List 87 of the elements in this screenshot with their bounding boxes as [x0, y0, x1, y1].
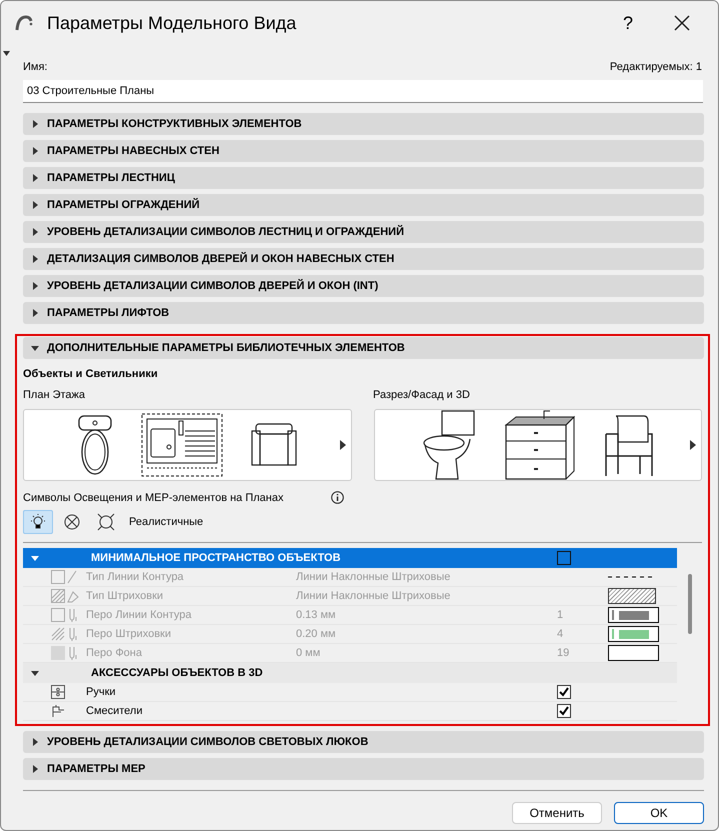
group-header-row[interactable]: АКСЕССУАРЫ ОБЪЕКТОВ В 3D: [23, 663, 677, 683]
checkbox[interactable]: [557, 704, 571, 718]
armchair-plan-drawing: [251, 423, 298, 467]
group-header-row[interactable]: МИНИМАЛЬНОЕ ПРОСТРАНСТВО ОБЪЕКТОВ: [23, 548, 677, 568]
section-header[interactable]: ПАРАМЕТРЫ НАВЕСНЫХ СТЕН: [23, 140, 704, 162]
section-header[interactable]: ПАРАМЕТРЫ ЛИФТОВ: [23, 302, 704, 324]
faucet-icon: [51, 704, 65, 718]
pen-icon: [51, 627, 77, 641]
section-header[interactable]: ДЕТАЛИЗАЦИЯ СИМВОЛОВ ДВЕРЕЙ И ОКОН НАВЕСНЫХ СТЕН: [23, 248, 704, 270]
caret-icon: [31, 255, 39, 263]
checkbox[interactable]: [557, 685, 571, 699]
section-header[interactable]: УРОВЕНЬ ДЕТАЛИЗАЦИИ СИМВОЛОВ СВЕТОВЫХ ЛЮКОВ: [23, 731, 704, 753]
section-header[interactable]: ДОПОЛНИТЕЛЬНЫЕ ПАРАМЕТРЫ БИБЛИОТЕЧНЫХ ЭЛЕМЕНТОВ: [23, 337, 704, 359]
caret-icon: [31, 282, 39, 290]
group-title: АКСЕССУАРЫ ОБЪЕКТОВ В 3D: [91, 667, 264, 679]
section-header[interactable]: ПАРАМЕТРЫ ЛЕСТНИЦ: [23, 167, 704, 189]
name-field[interactable]: 03 Строительные Планы: [23, 80, 703, 103]
parameter-value: Линии Наклонные Штриховые: [296, 590, 450, 602]
mep-symbols-label: Символы Освещения и МЕР-элементов на Планах: [23, 492, 284, 504]
next-caret-icon[interactable]: [690, 440, 696, 450]
section-3d-label: Разрез/Фасад и 3D: [373, 389, 470, 401]
caret-icon: [31, 201, 39, 209]
caret-icon: [31, 174, 39, 182]
section-header[interactable]: ПАРАМЕТРЫ КОНСТРУКТИВНЫХ ЭЛЕМЕНТОВ: [23, 113, 704, 135]
caret-icon: [31, 147, 39, 155]
line-type-icon: [51, 570, 77, 584]
checkbox[interactable]: [557, 551, 571, 565]
parameter-row[interactable]: Смесители: [23, 702, 677, 721]
hatch-preview: [608, 588, 656, 604]
pen-icon: [51, 608, 77, 622]
close-icon[interactable]: [674, 15, 690, 31]
symbol-style-label: Реалистичные: [129, 516, 204, 528]
section-3d-preview[interactable]: [374, 409, 702, 481]
pen-number: 4: [557, 628, 564, 640]
window-title: Параметры Модельного Вида: [47, 12, 298, 34]
bulb-symbol-button[interactable]: [23, 510, 53, 534]
caret-icon: [31, 309, 39, 317]
pen-number: 19: [557, 647, 570, 659]
section-header[interactable]: УРОВЕНЬ ДЕТАЛИЗАЦИИ СИМВОЛОВ ДВЕРЕЙ И ОКОН (INT): [23, 275, 704, 297]
crossed-circle-icon: [63, 513, 81, 531]
background-pen-preview: [608, 645, 659, 661]
checkmark-icon: [558, 705, 570, 717]
parameter-value: 0.20 мм: [296, 628, 336, 640]
parameter-label: Ручки: [86, 686, 117, 698]
caret-icon: [31, 120, 39, 128]
subsection-title: Объекты и Светильники: [23, 368, 159, 380]
cancel-button[interactable]: Отменить: [512, 802, 602, 824]
pen-number: 1: [557, 609, 564, 621]
group-title: МИНИМАЛЬНОЕ ПРОСТРАНСТВО ОБЪЕКТОВ: [91, 552, 342, 564]
section-header[interactable]: ПАРАМЕТРЫ МЕР: [23, 758, 704, 780]
dropdown-caret-icon[interactable]: [3, 51, 10, 56]
parameter-label: Перо Штриховки: [86, 628, 172, 640]
editable-count: Редактируемых: 1: [610, 61, 702, 73]
floor-plan-label: План Этажа: [23, 389, 86, 401]
pen-preview: [608, 607, 659, 623]
name-label: Имя:: [23, 61, 48, 73]
fill-type-icon: [51, 589, 79, 603]
parameter-value: Линии Наклонные Штриховые: [296, 571, 450, 583]
handles-icon: [51, 685, 65, 699]
parameter-label: Перо Фона: [86, 647, 143, 659]
parameter-row[interactable]: Ручки: [23, 683, 677, 702]
help-button[interactable]: ?: [608, 12, 648, 34]
pen-preview: [608, 626, 659, 642]
toilet-3d-drawing: [422, 409, 476, 481]
section-header[interactable]: УРОВЕНЬ ДЕТАЛИЗАЦИИ СИМВОЛОВ ЛЕСТНИЦ И ОГРАЖДЕНИЙ: [23, 221, 704, 243]
next-caret-icon[interactable]: [340, 440, 346, 450]
floor-plan-preview[interactable]: [23, 409, 352, 481]
caret-icon: [31, 738, 39, 746]
parameter-value: 0 мм: [296, 647, 320, 659]
toilet-plan-drawing: [77, 414, 114, 476]
caret-icon: [31, 228, 39, 236]
caret-icon[interactable]: [31, 554, 39, 562]
parameter-label: Перо Линии Контура: [86, 609, 192, 621]
bulb-icon: [29, 513, 47, 531]
lamp-symbol-icon: [96, 512, 116, 532]
caret-icon[interactable]: [31, 669, 39, 677]
ok-button[interactable]: OK: [614, 802, 704, 824]
checkmark-icon: [558, 686, 570, 698]
caret-icon: [31, 765, 39, 773]
info-icon[interactable]: [331, 491, 344, 504]
parameter-label: Тип Штриховки: [86, 590, 164, 602]
parameter-value: 0.13 мм: [296, 609, 336, 621]
parameter-label: Тип Линии Контура: [86, 571, 185, 583]
parameter-label: Смесители: [86, 705, 144, 717]
section-header[interactable]: ПАРАМЕТРЫ ОГРАЖДЕНИЙ: [23, 194, 704, 216]
caret-icon: [31, 344, 39, 352]
pen-icon: [51, 646, 77, 660]
